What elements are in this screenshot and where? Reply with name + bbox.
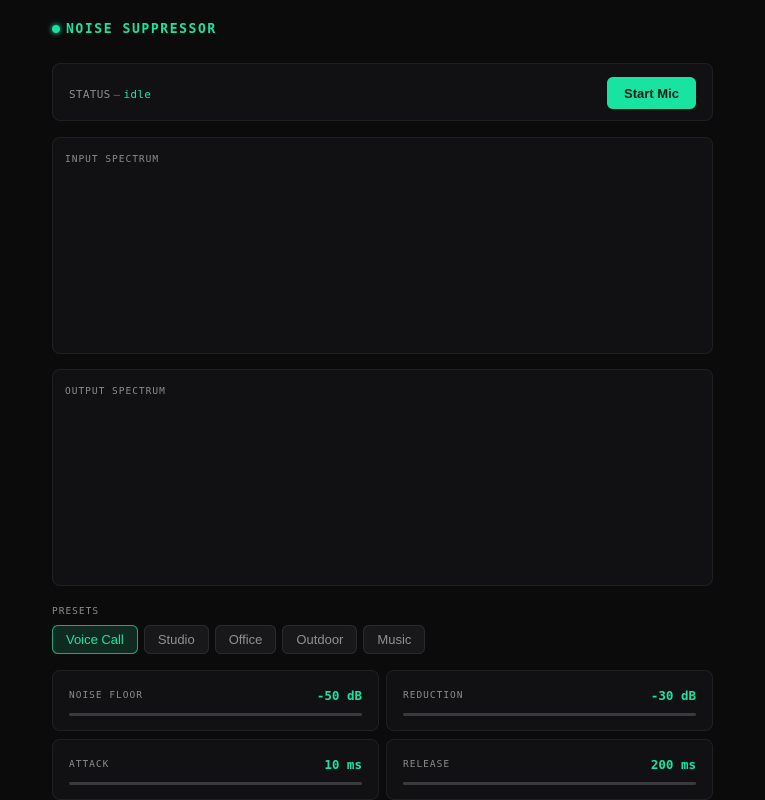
- status-value: idle: [123, 88, 152, 101]
- preset-studio[interactable]: Studio: [143, 625, 209, 654]
- attack-label: ATTACK: [69, 759, 110, 770]
- status-separator: —: [113, 88, 121, 101]
- preset-list: Voice Call Studio Office Outdoor Music: [52, 625, 426, 654]
- output-spectrum-label: OUTPUT SPECTRUM: [65, 386, 166, 397]
- attack-value: 10 ms: [324, 757, 362, 772]
- noise-floor-value: -50 dB: [316, 688, 362, 703]
- status-panel: STATUS — idle Start Mic: [52, 63, 713, 121]
- attack-slider[interactable]: [69, 782, 362, 785]
- noise-floor-slider[interactable]: [69, 713, 362, 716]
- start-mic-button[interactable]: Start Mic: [607, 77, 696, 109]
- release-control: RELEASE 200 ms: [386, 739, 713, 800]
- input-spectrum-label: INPUT SPECTRUM: [65, 154, 160, 165]
- output-spectrum-panel: OUTPUT SPECTRUM: [52, 369, 713, 586]
- input-spectrum-canvas: [53, 172, 712, 353]
- status-label: STATUS: [69, 88, 111, 101]
- preset-music[interactable]: Music: [363, 625, 426, 654]
- status-indicator-dot: [52, 24, 60, 33]
- reduction-label: REDUCTION: [403, 690, 464, 701]
- input-spectrum-panel: INPUT SPECTRUM: [52, 137, 713, 354]
- release-label: RELEASE: [403, 759, 451, 770]
- attack-control: ATTACK 10 ms: [52, 739, 379, 800]
- preset-voice-call[interactable]: Voice Call: [52, 625, 138, 654]
- noise-floor-label: NOISE FLOOR: [69, 690, 143, 701]
- status-line: STATUS — idle: [69, 88, 151, 101]
- app-header: NOISE SUPPRESSOR: [52, 22, 217, 37]
- reduction-control: REDUCTION -30 dB: [386, 670, 713, 731]
- reduction-value: -30 dB: [650, 688, 696, 703]
- preset-outdoor[interactable]: Outdoor: [282, 625, 358, 654]
- release-value: 200 ms: [650, 757, 696, 772]
- reduction-slider[interactable]: [403, 713, 696, 716]
- release-slider[interactable]: [403, 782, 696, 785]
- preset-office[interactable]: Office: [214, 625, 277, 654]
- output-spectrum-canvas: [53, 404, 712, 585]
- noise-floor-control: NOISE FLOOR -50 dB: [52, 670, 379, 731]
- app-title: NOISE SUPPRESSOR: [66, 22, 217, 37]
- presets-label: PRESETS: [52, 606, 100, 617]
